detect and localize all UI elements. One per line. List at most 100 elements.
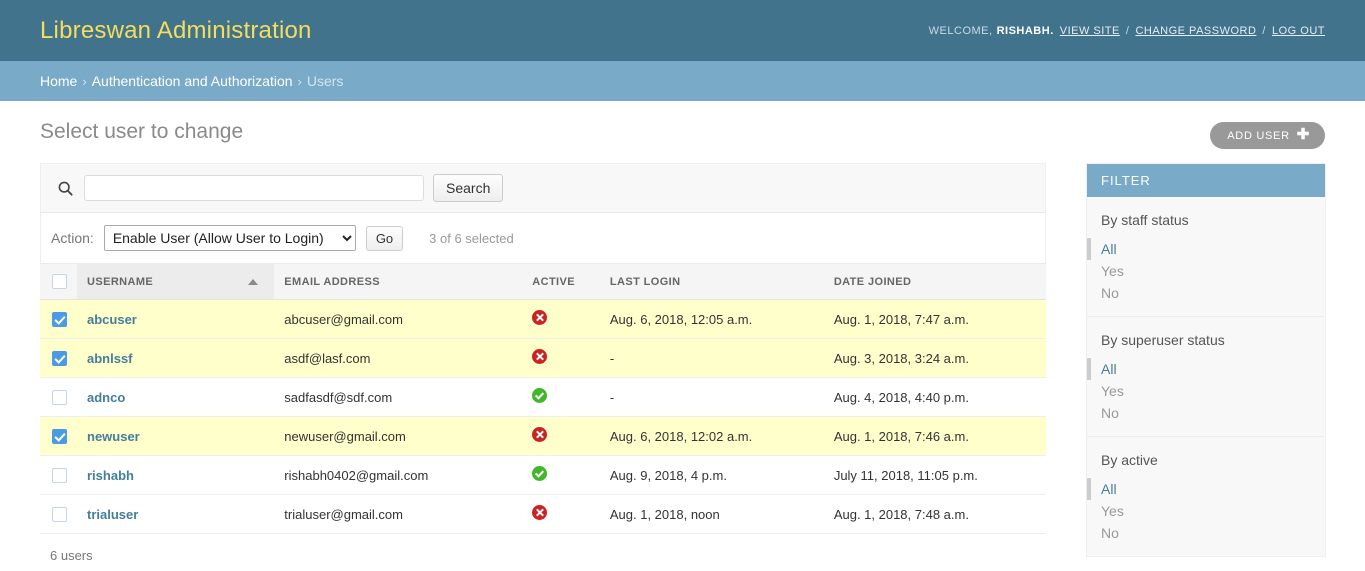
action-label: Action: xyxy=(51,230,94,246)
results-table-head: USERNAME EMAIL ADDRESS ACTIVE LAST LOGIN xyxy=(40,263,1046,300)
cell-active xyxy=(522,338,600,378)
cell-last-login: Aug. 9, 2018, 4 p.m. xyxy=(599,455,824,495)
status-yes-icon xyxy=(532,388,548,403)
filter-option-link[interactable]: No xyxy=(1087,282,1325,304)
cell-email: rishabh0402@gmail.com xyxy=(274,455,523,495)
status-no-icon xyxy=(532,349,548,364)
filter-option[interactable]: No xyxy=(1087,522,1325,544)
column-header-active[interactable]: ACTIVE xyxy=(522,263,600,300)
breadcrumb-current: Users xyxy=(306,73,344,89)
result-count: 6 users xyxy=(50,548,93,563)
username-link[interactable]: abnlssf xyxy=(87,351,133,366)
breadcrumb-app[interactable]: Authentication and Authorization xyxy=(92,73,293,89)
row-select-cell xyxy=(40,494,77,534)
row-checkbox[interactable] xyxy=(52,429,67,445)
cell-username: adnco xyxy=(77,377,275,417)
cell-email: sadfasdf@sdf.com xyxy=(274,377,523,417)
filter-option-link[interactable]: Yes xyxy=(1087,260,1325,282)
row-checkbox[interactable] xyxy=(52,507,67,523)
filter-group-title: By active xyxy=(1101,452,1158,468)
search-input[interactable] xyxy=(84,175,424,201)
status-no-icon xyxy=(532,505,548,520)
row-select-cell xyxy=(40,416,77,456)
row-checkbox[interactable] xyxy=(52,468,67,484)
filter-option-link[interactable]: All xyxy=(1091,358,1325,380)
username-link[interactable]: abcuser xyxy=(87,312,137,327)
column-header-date-joined[interactable]: DATE JOINED xyxy=(823,263,1046,300)
row-checkbox[interactable] xyxy=(52,390,67,406)
row-select-cell xyxy=(40,377,77,417)
filter-group-title: By superuser status xyxy=(1101,332,1225,348)
cell-date-joined: Aug. 4, 2018, 4:40 p.m. xyxy=(823,377,1046,417)
filter-option[interactable]: Yes xyxy=(1087,260,1325,282)
username-link[interactable]: newuser xyxy=(87,429,140,444)
select-all-checkbox[interactable] xyxy=(52,274,67,289)
filter-option[interactable]: No xyxy=(1087,282,1325,304)
cell-username: newuser xyxy=(77,416,275,456)
column-label-active: ACTIVE xyxy=(532,275,575,288)
breadcrumb-home[interactable]: Home xyxy=(40,73,77,89)
status-no-icon xyxy=(532,427,548,442)
filter-option[interactable]: Yes xyxy=(1087,380,1325,402)
table-row[interactable]: newuser newuser@gmail.com Aug. 6, 2018, 12… xyxy=(40,416,1046,456)
cell-date-joined: July 11, 2018, 11:05 p.m. xyxy=(823,455,1046,495)
filter-option-link[interactable]: No xyxy=(1087,402,1325,424)
cell-active xyxy=(522,416,600,456)
action-go-button[interactable]: Go xyxy=(365,225,404,251)
user-tools: WELCOME, RISHABH. VIEW SITE / CHANGE PAS… xyxy=(929,25,1325,37)
object-tools: ADD USER ✚ xyxy=(1210,122,1325,149)
filter-option-list: All Yes No xyxy=(1087,478,1325,544)
row-checkbox[interactable] xyxy=(52,351,67,367)
paginator: 6 users xyxy=(40,534,1046,571)
row-checkbox[interactable] xyxy=(52,312,67,328)
username-link[interactable]: rishabh xyxy=(87,468,134,483)
table-row[interactable]: adnco sadfasdf@sdf.com - Aug. 4, 2018, 4:40… xyxy=(40,377,1046,417)
breadcrumb-separator-1: › xyxy=(82,73,87,89)
filter-option-link[interactable]: All xyxy=(1091,478,1325,500)
table-row[interactable]: abnlssf asdf@lasf.com - Aug. 3, 2018, 3:24 … xyxy=(40,338,1046,378)
cell-username: rishabh xyxy=(77,455,275,495)
row-select-cell xyxy=(40,299,77,339)
filter-option[interactable]: Yes xyxy=(1087,500,1325,522)
filter-option-link[interactable]: No xyxy=(1087,522,1325,544)
cell-active xyxy=(522,494,600,534)
username-link[interactable]: trialuser xyxy=(87,507,138,522)
column-header-email[interactable]: EMAIL ADDRESS xyxy=(274,263,523,300)
cell-email: asdf@lasf.com xyxy=(274,338,523,378)
results-table-body: abcuser abcuser@gmail.com Aug. 6, 2018, 12… xyxy=(40,299,1046,534)
filter-option-link[interactable]: Yes xyxy=(1087,500,1325,522)
filter-option[interactable]: All xyxy=(1087,238,1325,260)
welcome-label: WELCOME, xyxy=(928,24,993,37)
cell-date-joined: Aug. 3, 2018, 3:24 a.m. xyxy=(823,338,1046,378)
change-password-link[interactable]: CHANGE PASSWORD xyxy=(1135,25,1256,37)
filter-option-link[interactable]: Yes xyxy=(1087,380,1325,402)
column-label-email: EMAIL ADDRESS xyxy=(284,275,380,288)
table-row[interactable]: abcuser abcuser@gmail.com Aug. 6, 2018, 12… xyxy=(40,299,1046,339)
page-title: Select user to change xyxy=(40,120,244,143)
filter-option-link[interactable]: All xyxy=(1091,238,1325,260)
cell-username: abcuser xyxy=(77,299,275,339)
filter-option[interactable]: No xyxy=(1087,402,1325,424)
view-site-link[interactable]: VIEW SITE xyxy=(1060,25,1120,37)
table-row[interactable]: rishabh rishabh0402@gmail.com Aug. 9, 2018… xyxy=(40,455,1046,495)
column-header-last-login[interactable]: LAST LOGIN xyxy=(599,263,824,300)
results-table: USERNAME EMAIL ADDRESS ACTIVE LAST LOGIN xyxy=(40,263,1046,534)
add-user-button[interactable]: ADD USER ✚ xyxy=(1210,122,1325,149)
username-link[interactable]: adnco xyxy=(87,390,125,405)
cell-date-joined: Aug. 1, 2018, 7:48 a.m. xyxy=(823,494,1046,534)
cell-last-login: Aug. 6, 2018, 12:05 a.m. xyxy=(599,299,824,339)
log-out-link[interactable]: LOG OUT xyxy=(1272,25,1325,37)
filter-option[interactable]: All xyxy=(1087,358,1325,380)
cell-last-login: Aug. 6, 2018, 12:02 a.m. xyxy=(599,416,824,456)
filter-option[interactable]: All xyxy=(1087,478,1325,500)
column-header-username[interactable]: USERNAME xyxy=(77,263,275,300)
search-button[interactable]: Search xyxy=(433,174,504,202)
content-title-row: Select user to change ADD USER ✚ xyxy=(40,101,1325,163)
action-counter: 3 of 6 selected xyxy=(429,230,514,246)
table-row[interactable]: trialuser trialuser@gmail.com Aug. 1, 2018… xyxy=(40,494,1046,534)
cell-active xyxy=(522,299,600,339)
action-select[interactable]: Enable User (Allow User to Login) xyxy=(103,225,356,251)
breadcrumb-separator-2: › xyxy=(297,73,302,89)
cell-date-joined: Aug. 1, 2018, 7:46 a.m. xyxy=(823,416,1046,456)
sort-ascending-icon[interactable] xyxy=(248,278,259,285)
